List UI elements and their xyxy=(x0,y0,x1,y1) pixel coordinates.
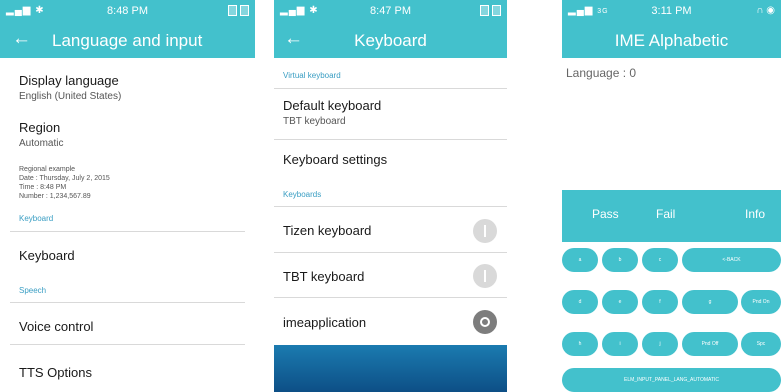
page-title: Keyboard xyxy=(354,31,427,50)
language-label: Language : 0 xyxy=(566,66,637,80)
key-spc[interactable]: Spc xyxy=(741,332,781,356)
battery-icon xyxy=(477,5,501,17)
regional-example-time: Time : 8:48 PM xyxy=(19,184,67,191)
divider xyxy=(274,206,507,207)
regional-example: Regional example Date : Thursday, July 2… xyxy=(19,165,110,201)
app-bar: ← Language and input xyxy=(0,22,255,58)
status-time: 3:11 PM xyxy=(651,5,692,17)
status-time: 8:47 PM xyxy=(370,5,411,17)
page-title: Language and input xyxy=(52,31,203,50)
imeapplication-toggle[interactable] xyxy=(473,310,497,334)
key-c[interactable]: c xyxy=(642,248,678,272)
section-virtual-keyboard: Virtual keyboard xyxy=(283,71,341,80)
region-value: Automatic xyxy=(19,138,64,149)
headset-icon: ∩ ◉ xyxy=(756,5,775,16)
key-j[interactable]: j xyxy=(642,332,678,356)
region-item[interactable]: Region Automatic xyxy=(19,120,63,149)
tbt-keyboard-toggle[interactable] xyxy=(473,264,497,288)
pass-button[interactable]: Pass xyxy=(592,207,619,221)
regional-example-number: Number : 1,234,567.89 xyxy=(19,193,91,200)
language-input-screen: ▂▄▆ ✱ 8:48 PM ← Language and input Displ… xyxy=(0,0,255,392)
keyboard-panel xyxy=(274,345,507,392)
status-bar: ▂▄▆ ✱ 8:48 PM xyxy=(0,0,255,22)
tizen-keyboard-toggle[interactable] xyxy=(473,219,497,243)
key-pnd-on[interactable]: Pnd On xyxy=(741,290,781,314)
app-bar: ← Keyboard xyxy=(274,22,507,58)
display-language-value: English (United States) xyxy=(19,91,122,102)
result-button-bar: Pass Fail Info xyxy=(562,190,781,242)
keyboard-item[interactable]: Keyboard xyxy=(19,248,75,263)
key-b[interactable]: b xyxy=(602,248,638,272)
back-arrow-icon[interactable]: ← xyxy=(12,29,31,49)
key-i[interactable]: i xyxy=(602,332,638,356)
key-f[interactable]: f xyxy=(642,290,678,314)
key-back[interactable]: <-BACK xyxy=(682,248,781,272)
info-button[interactable]: Info xyxy=(745,207,765,221)
section-speech: Speech xyxy=(19,286,47,295)
divider xyxy=(274,297,507,298)
key-e[interactable]: e xyxy=(602,290,638,314)
divider xyxy=(274,139,507,140)
battery-icon xyxy=(225,5,249,17)
section-keyboard: Keyboard xyxy=(19,214,54,223)
keyboard-screen: ▂▄▆ ✱ 8:47 PM ← Keyboard Virtual keyboar… xyxy=(274,0,507,392)
regional-example-label: Regional example xyxy=(19,166,76,173)
status-bar: ▂▄▆ ✱ 8:47 PM xyxy=(274,0,507,22)
key-h[interactable]: h xyxy=(562,332,598,356)
status-time: 8:48 PM xyxy=(107,5,148,17)
section-keyboards: Keyboards xyxy=(283,190,322,199)
tts-options-item[interactable]: TTS Options xyxy=(19,365,92,380)
region-title: Region xyxy=(19,120,61,135)
divider xyxy=(274,88,507,89)
fail-button[interactable]: Fail xyxy=(656,207,675,221)
key-lang-automatic[interactable]: ELM_INPUT_PANEL_LANG_AUTOMATIC xyxy=(562,368,781,392)
page-title: IME Alphabetic xyxy=(614,31,729,50)
status-bar: ▂▄▆ 3G 3:11 PM ∩ ◉ xyxy=(562,0,781,22)
divider xyxy=(10,302,245,303)
display-language-item[interactable]: Display language English (United States) xyxy=(19,73,121,102)
key-pnd-off[interactable]: Pnd Off xyxy=(682,332,738,356)
divider xyxy=(10,231,245,232)
voice-control-item[interactable]: Voice control xyxy=(19,319,93,334)
keyboard-list-item[interactable]: imeapplication xyxy=(283,315,366,330)
key-g[interactable]: g xyxy=(682,290,738,314)
regional-example-date: Date : Thursday, July 2, 2015 xyxy=(19,175,110,182)
display-language-title: Display language xyxy=(19,73,119,88)
key-d[interactable]: d xyxy=(562,290,598,314)
ime-alphabetic-screen: ▂▄▆ 3G 3:11 PM ∩ ◉ IME Alphabetic Langua… xyxy=(562,0,781,392)
keyboard-settings-item[interactable]: Keyboard settings xyxy=(283,152,387,167)
divider xyxy=(10,344,245,345)
default-keyboard-value: TBT keyboard xyxy=(283,116,346,127)
key-a[interactable]: a xyxy=(562,248,598,272)
keyboard-list-item[interactable]: TBT keyboard xyxy=(283,269,364,284)
keyboard-list-item[interactable]: Tizen keyboard xyxy=(283,223,371,238)
default-keyboard-item[interactable]: Default keyboard TBT keyboard xyxy=(283,98,381,127)
app-bar: IME Alphabetic xyxy=(562,22,781,58)
default-keyboard-title: Default keyboard xyxy=(283,98,382,113)
divider xyxy=(274,252,507,253)
ime-keyboard: a b c <-BACK d e f g Pnd On h i j Pnd Of… xyxy=(562,242,781,392)
